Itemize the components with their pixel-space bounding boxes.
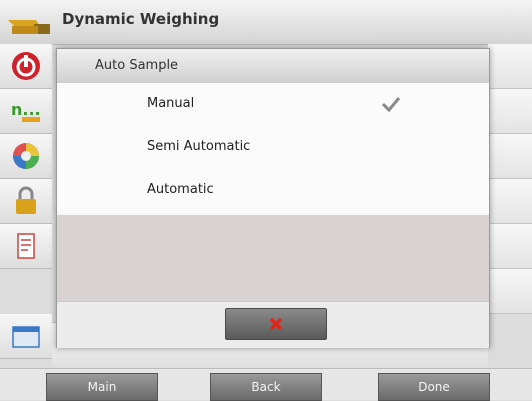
color-wheel-icon [13,143,39,169]
option-label: Semi Automatic [147,139,251,154]
sidebar-item-print[interactable] [0,224,52,269]
title-bar: Dynamic Weighing [0,0,532,45]
list-row [488,134,532,179]
sidebar-item-display[interactable] [0,134,52,179]
bottom-nav: Main Back Done [0,368,532,401]
sidebar-item-lock[interactable] [0,179,52,224]
option-list: Manual Semi Automatic Automatic [57,83,489,212]
back-button[interactable]: Back [210,373,322,401]
close-x-icon [269,317,283,331]
option-manual[interactable]: Manual [57,83,489,126]
cancel-button[interactable] [225,308,327,340]
printer-report-icon [17,233,35,259]
sidebar-item-units[interactable]: n... [0,89,52,134]
list-row [488,179,532,224]
list-row [488,224,532,269]
page-title: Dynamic Weighing [62,10,220,28]
option-semi-automatic[interactable]: Semi Automatic [57,126,489,169]
main-button[interactable]: Main [46,373,158,401]
screen-window-icon [12,326,40,348]
dialog-header: Auto Sample [57,49,489,84]
auto-sample-dialog: Auto Sample Manual Semi Automatic Automa… [56,48,490,348]
list-row [488,44,532,89]
power-icon [12,52,40,80]
scale-tray-icon [8,20,50,34]
done-button[interactable]: Done [378,373,490,401]
checkmark-icon [381,97,401,113]
padlock-icon [16,186,36,214]
dialog-empty-area [57,215,489,301]
list-right-edge [488,44,532,344]
sidebar-item-screen[interactable] [0,314,52,359]
list-row [488,89,532,134]
option-automatic[interactable]: Automatic [57,169,489,212]
units-icon: n... [11,100,41,122]
list-row [488,269,532,314]
option-label: Manual [147,96,195,111]
option-label: Automatic [147,182,214,197]
dialog-footer [57,301,489,348]
sidebar-item-power[interactable] [0,44,52,89]
dialog-title: Auto Sample [95,58,179,73]
sidebar: n... [0,44,52,368]
svg-text:n...: n... [11,100,41,119]
